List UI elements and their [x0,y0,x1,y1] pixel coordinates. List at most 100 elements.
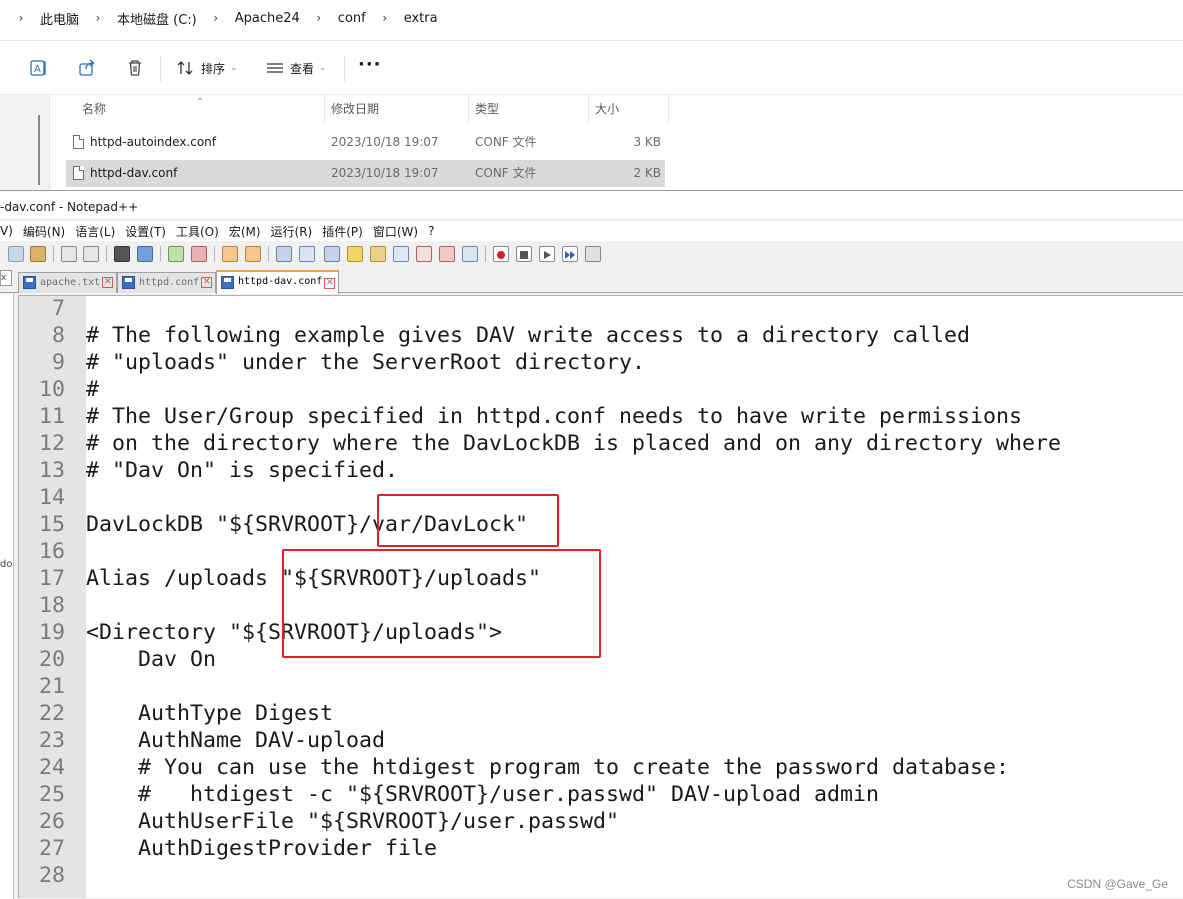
window-title: -dav.conf - Notepad++ [0,191,1183,218]
record-macro-icon[interactable] [493,246,509,262]
folder-workspace-icon[interactable] [439,246,455,262]
sync-horizontal-icon[interactable] [245,246,261,262]
sort-button[interactable]: 排序 ⌄ [177,56,238,80]
line-number: 19 [38,620,65,645]
file-row-selected[interactable]: httpd-dav.conf 2023/10/18 19:07 CONF 文件 … [66,160,665,187]
view-button[interactable]: 查看 ⌄ [266,56,327,80]
chevron-right-icon[interactable]: › [205,11,227,25]
sync-vertical-icon[interactable] [222,246,238,262]
column-header-name[interactable]: 名称 ⌃ [66,95,325,123]
menu-run[interactable]: 运行(R) [266,223,318,240]
breadcrumb-item-conf[interactable]: conf [330,11,374,26]
nav-scrollbar[interactable] [38,115,40,185]
code-line[interactable]: 10 # [19,376,1183,403]
close-icon[interactable]: ✕ [324,278,336,289]
code-line[interactable]: 12 # on the directory where the DavLockDB… [19,430,1183,457]
file-size: 2 KB [633,166,661,180]
line-number: 7 [51,296,65,321]
replace-icon[interactable] [137,246,153,262]
redo-icon[interactable] [83,246,99,262]
monitoring-icon[interactable] [462,246,478,262]
code-line[interactable]: 17 Alias /uploads "${SRVROOT}/uploads" [19,565,1183,592]
side-panel-tab[interactable]: x [0,270,12,286]
code-line[interactable]: 23 AuthName DAV-upload [19,727,1183,754]
code-line[interactable]: 14 [19,484,1183,511]
menu-help[interactable]: ? [423,224,439,238]
breadcrumb-item-this-pc[interactable]: 此电脑 [32,9,87,28]
code-line[interactable]: 15 DavLockDB "${SRVROOT}/var/DavLock" [19,511,1183,538]
line-text: # The User/Group specified in httpd.conf… [86,404,1023,429]
code-line[interactable]: 28 [19,862,1183,889]
breadcrumb-item-extra[interactable]: extra [396,11,446,26]
code-line[interactable]: 21 [19,673,1183,700]
find-icon[interactable] [114,246,130,262]
share-icon[interactable] [77,58,97,78]
code-line[interactable]: 27 AuthDigestProvider file [19,835,1183,862]
close-icon[interactable]: ✕ [201,277,213,288]
chevron-right-icon[interactable]: › [374,11,396,25]
code-line[interactable]: 19 <Directory "${SRVROOT}/uploads"> [19,619,1183,646]
chevron-right-icon[interactable]: › [308,11,330,25]
menu-macro[interactable]: 宏(M) [224,223,266,240]
menu-encoding[interactable]: 编码(N) [18,223,70,240]
undo-icon[interactable] [61,246,77,262]
menu-bar: V) 编码(N) 语言(L) 设置(T) 工具(O) 宏(M) 运行(R) 插件… [0,221,1183,241]
tab-apache-txt[interactable]: apache.txt ✕ [18,272,118,293]
doc-map-icon[interactable] [370,246,386,262]
save-macro-icon[interactable] [585,246,601,262]
code-line[interactable]: 13 # "Dav On" is specified. [19,457,1183,484]
close-icon[interactable]: ✕ [102,277,114,288]
copy-icon[interactable] [8,246,24,262]
chevron-right-icon[interactable]: › [87,11,109,25]
stop-macro-icon[interactable] [516,246,532,262]
paste-icon[interactable] [30,246,46,262]
chevron-right-icon[interactable]: › [10,11,32,25]
menu-settings[interactable]: 设置(T) [120,223,171,240]
code-line[interactable]: 22 AuthType Digest [19,700,1183,727]
code-line[interactable]: 16 [19,538,1183,565]
menu-tools[interactable]: 工具(O) [171,223,224,240]
show-all-chars-icon[interactable] [299,246,315,262]
menu-plugins[interactable]: 插件(P) [317,223,368,240]
code-line[interactable]: 9 # "uploads" under the ServerRoot direct… [19,349,1183,376]
code-line[interactable]: 11 # The User/Group specified in httpd.co… [19,403,1183,430]
zoom-in-icon[interactable] [168,246,184,262]
doc-list-icon[interactable] [393,246,409,262]
code-line[interactable]: 24 # You can use the htdigest program to… [19,754,1183,781]
file-name: httpd-dav.conf [90,166,178,180]
rename-icon[interactable]: A [29,58,49,78]
menu-window[interactable]: 窗口(W) [368,223,423,240]
divider [0,40,1183,41]
play-macro-icon[interactable] [539,246,555,262]
code-editor[interactable]: 7 8 # The following example gives DAV writ… [18,295,1183,898]
tab-httpd-conf[interactable]: httpd.conf ✕ [117,272,217,293]
breadcrumb-item-local-disk[interactable]: 本地磁盘 (C:) [109,9,205,28]
column-header-size[interactable]: 大小 [589,95,669,123]
word-wrap-icon[interactable] [276,246,292,262]
indent-guide-icon[interactable] [324,246,340,262]
code-line[interactable]: 20 Dav On [19,646,1183,673]
menu-view[interactable]: V) [0,224,18,238]
delete-icon[interactable] [125,58,145,78]
line-number: 13 [38,458,65,483]
column-header-date[interactable]: 修改日期 [325,95,469,123]
tab-httpd-dav-conf[interactable]: httpd-dav.conf ✕ [216,270,340,294]
menu-language[interactable]: 语言(L) [70,223,120,240]
breadcrumb-item-apache24[interactable]: Apache24 [227,11,308,26]
toolbar [0,243,1183,265]
zoom-out-icon[interactable] [191,246,207,262]
code-line[interactable]: 8 # The following example gives DAV write… [19,322,1183,349]
run-macro-multiple-icon[interactable] [562,246,578,262]
code-line[interactable]: 26 AuthUserFile "${SRVROOT}/user.passwd" [19,808,1183,835]
function-list-icon[interactable] [416,246,432,262]
more-options-button[interactable]: ··· [358,54,382,75]
code-line[interactable]: 25 # htdigest -c "${SRVROOT}/user.passwd… [19,781,1183,808]
code-line[interactable]: 7 [19,296,1183,322]
udl-icon[interactable] [347,246,363,262]
line-number: 8 [51,323,65,348]
column-name-label: 名称 [82,102,107,116]
file-row[interactable]: httpd-autoindex.conf 2023/10/18 19:07 CO… [66,129,665,156]
column-header-type[interactable]: 类型 [469,95,589,123]
code-line[interactable]: 18 [19,592,1183,619]
line-number: 20 [38,647,65,672]
